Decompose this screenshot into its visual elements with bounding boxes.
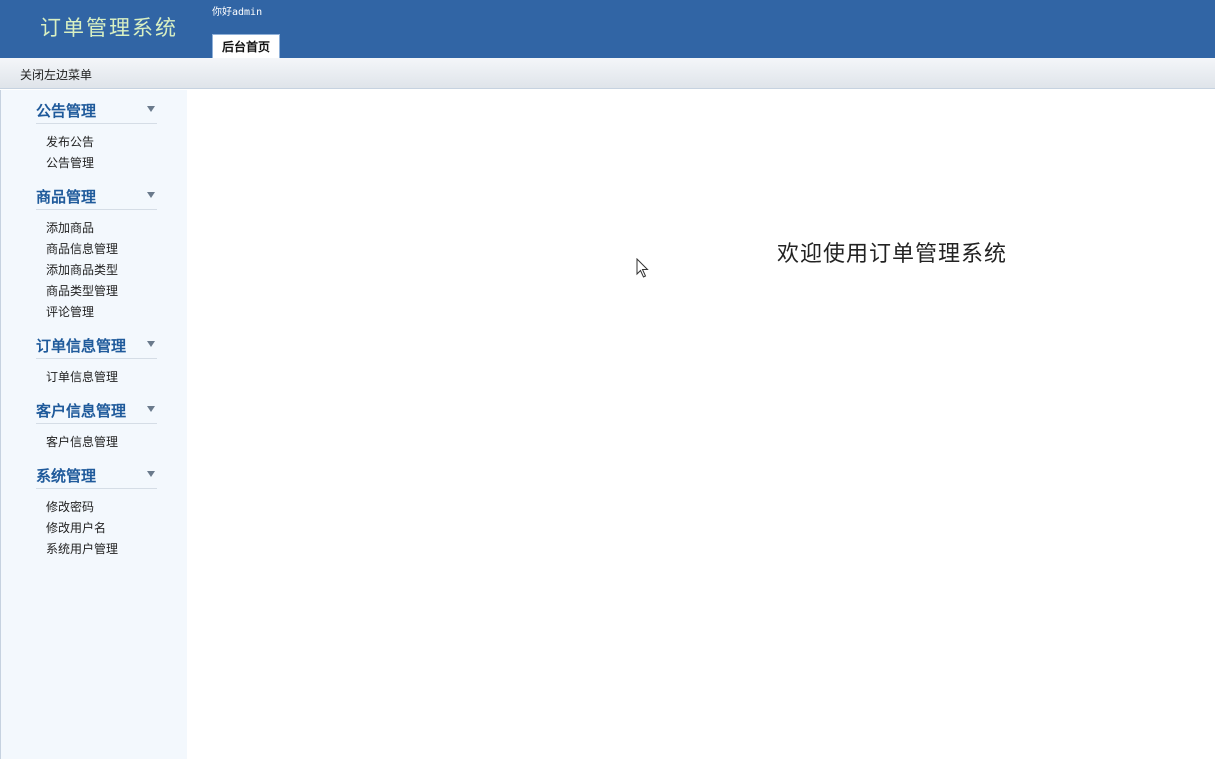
sidebar-item-publish-announcement[interactable]: 发布公告 (46, 132, 157, 153)
mouse-cursor-icon (636, 258, 649, 278)
sidebar-group-orders: 订单信息管理 订单信息管理 (36, 331, 157, 390)
user-greeting: 你好admin (212, 7, 263, 18)
triangle-down-icon (147, 406, 155, 412)
sidebar-group-items: 修改密码 修改用户名 系统用户管理 (36, 489, 157, 562)
sidebar-group-header[interactable]: 订单信息管理 (36, 331, 157, 359)
sidebar-group-items: 发布公告 公告管理 (36, 124, 157, 176)
sidebar-group-items: 客户信息管理 (36, 424, 157, 455)
sidebar-item-product-info-management[interactable]: 商品信息管理 (46, 239, 157, 260)
sidebar-group-title: 系统管理 (36, 467, 97, 485)
sidebar-group-header[interactable]: 客户信息管理 (36, 396, 157, 424)
sidebar-group-products: 商品管理 添加商品 商品信息管理 添加商品类型 商品类型管理 评论管理 (36, 182, 157, 325)
sidebar-group-announcements: 公告管理 发布公告 公告管理 (36, 96, 157, 176)
sidebar-item-change-password[interactable]: 修改密码 (46, 497, 157, 518)
sidebar-group-header[interactable]: 系统管理 (36, 461, 157, 489)
triangle-down-icon (147, 341, 155, 347)
sidebar-item-comment-management[interactable]: 评论管理 (46, 302, 157, 323)
toggle-left-menu-button[interactable]: 关闭左边菜单 (20, 66, 92, 83)
tab-dashboard-home[interactable]: 后台首页 (212, 34, 281, 58)
sidebar-group-items: 添加商品 商品信息管理 添加商品类型 商品类型管理 评论管理 (36, 210, 157, 325)
sidebar-item-announcement-management[interactable]: 公告管理 (46, 153, 157, 174)
sidebar-group-title: 客户信息管理 (36, 402, 127, 420)
sidebar-item-order-info-management[interactable]: 订单信息管理 (46, 367, 157, 388)
triangle-down-icon (147, 192, 155, 198)
sidebar-group-system: 系统管理 修改密码 修改用户名 系统用户管理 (36, 461, 157, 562)
welcome-message: 欢迎使用订单管理系统 (777, 242, 1008, 267)
sidebar: 公告管理 发布公告 公告管理 商品管理 添加商品 商品信息管理 添加商品类型 商… (0, 90, 187, 759)
sidebar-group-title: 公告管理 (36, 102, 97, 120)
main-content: 欢迎使用订单管理系统 (187, 90, 1215, 759)
sidebar-item-change-username[interactable]: 修改用户名 (46, 518, 157, 539)
sidebar-item-product-type-management[interactable]: 商品类型管理 (46, 281, 157, 302)
sidebar-group-title: 商品管理 (36, 188, 97, 206)
sidebar-item-add-product[interactable]: 添加商品 (46, 218, 157, 239)
sidebar-item-add-product-type[interactable]: 添加商品类型 (46, 260, 157, 281)
top-header: 订单管理系统 你好admin 后台首页 (0, 0, 1215, 58)
triangle-down-icon (147, 106, 155, 112)
sidebar-group-customers: 客户信息管理 客户信息管理 (36, 396, 157, 455)
sidebar-group-items: 订单信息管理 (36, 359, 157, 390)
app-title: 订单管理系统 (40, 16, 178, 40)
triangle-down-icon (147, 471, 155, 477)
sidebar-group-header[interactable]: 商品管理 (36, 182, 157, 210)
sidebar-group-header[interactable]: 公告管理 (36, 96, 157, 124)
sidebar-item-customer-info-management[interactable]: 客户信息管理 (46, 432, 157, 453)
sidebar-group-title: 订单信息管理 (36, 337, 127, 355)
toolbar: 关闭左边菜单 (0, 58, 1215, 89)
sidebar-item-system-user-management[interactable]: 系统用户管理 (46, 539, 157, 560)
